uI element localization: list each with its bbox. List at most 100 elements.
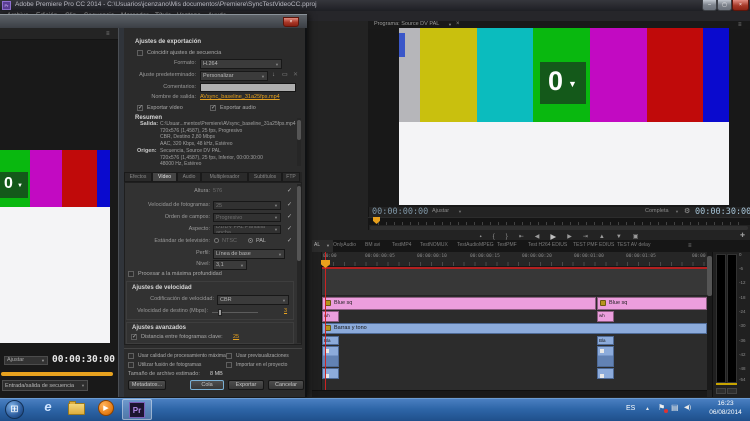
- settings-scroll-thumb[interactable]: [297, 186, 301, 261]
- go-to-in-icon[interactable]: ⇤: [519, 234, 524, 240]
- network-tray-icon[interactable]: ▤: [671, 404, 679, 412]
- program-tab[interactable]: Programa: Source DV PAL: [374, 22, 439, 28]
- timeline-tab-testpmfedius[interactable]: TEST PMF EDIUS: [573, 243, 614, 248]
- maximize-button[interactable]: ▢: [717, 0, 732, 11]
- timeline-tab-onlyaudio[interactable]: OnlyAudio: [333, 243, 356, 248]
- clock-time[interactable]: 16:23: [703, 401, 748, 408]
- framerate-select[interactable]: 25 ▼: [213, 201, 281, 210]
- settings-scrollbar[interactable]: [297, 184, 301, 343]
- height-check-icon[interactable]: ✓: [287, 188, 292, 194]
- quality-checkbox[interactable]: [128, 353, 134, 359]
- volume-tray-icon[interactable]: ◀): [684, 405, 691, 412]
- metadata-button[interactable]: Metadatos...: [128, 380, 166, 390]
- encoding-select[interactable]: CBR ▼: [217, 295, 289, 305]
- preset-select[interactable]: Personalizar ▼: [200, 71, 268, 81]
- summary-scrollbar[interactable]: [297, 118, 301, 166]
- comments-input[interactable]: [200, 83, 296, 92]
- timeline-tab-testaudiompeg[interactable]: TestAudioMPEG: [457, 243, 494, 248]
- max-depth-checkbox[interactable]: [128, 271, 134, 277]
- delete-preset-icon[interactable]: ✕: [293, 72, 298, 78]
- summary-scroll-thumb[interactable]: [297, 120, 301, 140]
- import-project-checkbox[interactable]: [226, 362, 232, 368]
- profile-select[interactable]: Línea de base ▼: [213, 249, 285, 259]
- tab-multiplexador[interactable]: Multiplexador: [201, 172, 248, 182]
- preview-range-select[interactable]: Entrada/salida de secuencia ▼: [2, 380, 88, 391]
- field-order-select[interactable]: Progresivo ▼: [213, 213, 281, 222]
- program-tab-dropdown-icon[interactable]: ▼: [448, 23, 452, 27]
- clip-blue-sq-2[interactable]: Blue sq: [597, 297, 707, 310]
- tv-standard-check-icon[interactable]: ✓: [287, 238, 292, 244]
- bitrate-header[interactable]: Ajustes de velocidad: [132, 285, 192, 291]
- transport-plus-icon[interactable]: ✚: [740, 233, 745, 239]
- timeline-tab-testavdelay[interactable]: TEST AV delay: [617, 243, 650, 248]
- mark-out-icon[interactable]: }: [506, 234, 508, 240]
- tab-efectos[interactable]: Efectos: [124, 172, 152, 182]
- premiere-taskbar-button[interactable]: Pr: [122, 399, 152, 420]
- program-settings-wrench-icon[interactable]: ⚙: [684, 208, 690, 215]
- step-back-icon[interactable]: ◀: [535, 234, 540, 240]
- clip-barras-y-tono[interactable]: Barras y tono: [322, 323, 707, 334]
- program-scrubber[interactable]: [368, 217, 750, 225]
- output-name-link[interactable]: AVsync_baseline_31a25fps.mp4: [200, 95, 280, 101]
- clip-blip-a3-2[interactable]: [597, 368, 614, 379]
- close-button[interactable]: ×: [732, 0, 749, 11]
- explorer-taskbar-icon[interactable]: [68, 403, 85, 415]
- program-resolution-select[interactable]: Completa: [645, 209, 669, 215]
- meter-solo-right-button[interactable]: [727, 388, 737, 394]
- level-select[interactable]: 3,1 ▼: [213, 260, 247, 270]
- timeline-tab-testnomux[interactable]: TestNOMUX: [420, 243, 448, 248]
- timeline-tab-bmavi[interactable]: BM avi: [365, 243, 380, 248]
- program-resolution-dropdown-icon[interactable]: ▼: [675, 210, 679, 214]
- framerate-check-icon[interactable]: ✓: [287, 202, 292, 208]
- keyframe-checkbox[interactable]: ✓: [131, 334, 137, 340]
- add-marker-icon[interactable]: ⬩: [480, 234, 482, 240]
- timeline-tab-testpmf[interactable]: TestPMF: [497, 243, 517, 248]
- dialog-close-button[interactable]: ×: [283, 17, 299, 27]
- tray-language[interactable]: ES: [626, 405, 635, 412]
- tab-video[interactable]: Vídeo: [152, 172, 177, 182]
- import-preset-icon[interactable]: ▭: [282, 72, 288, 78]
- timeline-playhead-line[interactable]: [325, 252, 326, 390]
- ntsc-radio[interactable]: [214, 238, 219, 243]
- preview-fit-dropdown-icon[interactable]: ▼: [41, 359, 45, 363]
- lift-icon[interactable]: ▲: [599, 234, 605, 240]
- start-button[interactable]: ⊞: [5, 400, 24, 419]
- program-fit-select[interactable]: Ajustar: [432, 209, 449, 215]
- target-bitrate-slider-handle[interactable]: [218, 309, 222, 316]
- minimize-button[interactable]: –: [702, 0, 717, 11]
- queue-button[interactable]: Cola: [190, 380, 224, 390]
- clip-blip-a2-2[interactable]: [597, 346, 614, 367]
- tab-audio[interactable]: Audio: [177, 172, 201, 182]
- previews-checkbox[interactable]: [226, 353, 232, 359]
- tab-subtitulos[interactable]: Subtítulos: [248, 172, 282, 182]
- tab-ftp[interactable]: FTP: [282, 172, 300, 182]
- cancel-button[interactable]: Cancelar: [268, 380, 304, 390]
- clip-white-2[interactable]: wh: [597, 311, 614, 322]
- frame-blend-checkbox[interactable]: [128, 362, 134, 368]
- preview-scrubber[interactable]: [1, 372, 113, 376]
- clock-date[interactable]: 06/08/2014: [703, 410, 748, 417]
- field-order-check-icon[interactable]: ✓: [287, 214, 292, 220]
- program-timecode-current[interactable]: 00:00:00:00: [372, 208, 428, 217]
- media-player-taskbar-icon[interactable]: ▶: [98, 400, 114, 416]
- tray-expand-icon[interactable]: ▲: [645, 407, 650, 412]
- aspect-select[interactable]: D1/DV PAL Pantalla ancha... ▼: [213, 225, 281, 234]
- mark-in-icon[interactable]: {: [493, 234, 495, 240]
- preview-panel-menu-icon[interactable]: ≡: [106, 31, 110, 37]
- export-settings-header[interactable]: Ajustes de exportación: [135, 39, 201, 45]
- export-button[interactable]: Exportar: [228, 380, 264, 390]
- format-select[interactable]: H.264 ▼: [200, 59, 282, 69]
- extract-icon[interactable]: ▼: [616, 234, 622, 240]
- aspect-check-icon[interactable]: ✓: [287, 226, 292, 232]
- target-bitrate-value[interactable]: 3: [284, 309, 287, 315]
- match-sequence-checkbox[interactable]: [137, 50, 143, 56]
- program-panel-menu-icon[interactable]: ≡: [738, 22, 742, 28]
- save-preset-icon[interactable]: ↓: [272, 72, 275, 78]
- export-video-checkbox[interactable]: ✓: [137, 105, 143, 111]
- meter-solo-left-button[interactable]: [716, 388, 726, 394]
- timeline-tab-testh264edius[interactable]: Test H264 EDIUS: [528, 243, 567, 248]
- export-audio-checkbox[interactable]: ✓: [210, 105, 216, 111]
- keyframe-value[interactable]: 25: [233, 335, 239, 341]
- timeline-panel-menu-icon[interactable]: ≡: [688, 243, 692, 249]
- timeline-tab-testmp4[interactable]: TestMP4: [392, 243, 411, 248]
